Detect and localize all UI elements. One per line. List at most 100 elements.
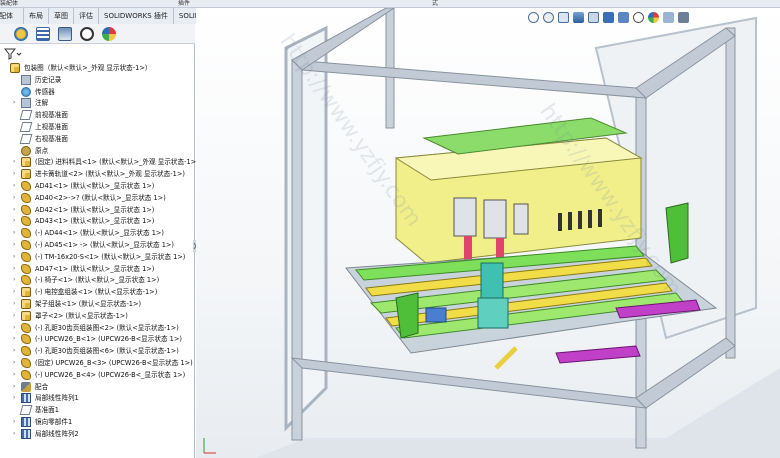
tab-solidworks-addins[interactable]: SOLIDWORKS 插件 [99, 8, 174, 24]
expand-chevron-icon[interactable]: › [13, 206, 19, 214]
expand-chevron-icon[interactable]: › [13, 265, 19, 273]
tab-evaluate[interactable]: 评估 [74, 8, 99, 24]
part-icon [21, 346, 31, 357]
dimxpert-tab-icon[interactable] [80, 27, 94, 41]
part-icon [21, 204, 31, 215]
expand-chevron-icon[interactable]: › [13, 394, 19, 402]
tree-item[interactable]: › (-) UPCW26_B<4> (UPCW26-B<_显示状态 1>) [0, 369, 195, 381]
expand-chevron-icon[interactable]: › [13, 170, 19, 178]
tree-item[interactable]: › (-) 椅子<1> (默认<默认>_显示状态 1>) [0, 274, 195, 286]
expand-chevron-icon[interactable]: › [13, 324, 19, 332]
tree-item-label: 注解 [35, 99, 49, 108]
expand-chevron-icon[interactable]: › [13, 383, 19, 391]
assembly-3d-model[interactable] [196, 8, 780, 458]
tree-item-label: 包装图（默认<默认>_外观 显示状态-1>） [24, 64, 152, 72]
expand-chevron-icon[interactable]: › [13, 347, 19, 355]
tree-item[interactable]: › (固定) 进料料具<1> (默认<默认>_外观 显示状态-1>) [0, 156, 199, 168]
tree-item-label: (-) 电控盒组装<1> (默认<显示状态-1>) [35, 288, 158, 297]
expand-chevron-icon[interactable]: › [13, 182, 19, 190]
expand-chevron-icon[interactable]: › [13, 217, 19, 225]
section-view-icon[interactable] [573, 12, 584, 23]
tree-item[interactable]: › (-) AD44<1> (默认<默认>_显示状态 1>) [0, 227, 195, 239]
topbar-label-mid[interactable]: 插件 [178, 0, 190, 8]
tree-item[interactable]: › 配合 [0, 381, 195, 393]
tree-item[interactable]: › 进卡簧轨道<2> (默认<默认>_外观 显示状态-1>) [0, 168, 195, 180]
topbar-label-left[interactable]: 装配体 [0, 0, 18, 8]
tree-item[interactable]: 原点 [0, 145, 195, 157]
tree-item[interactable]: 历史记录 [0, 74, 195, 86]
previous-view-icon[interactable] [558, 12, 569, 23]
tree-item[interactable]: › (-) 电控盒组装<1> (默认<显示状态-1>) [0, 286, 195, 298]
display-manager-tab-icon[interactable] [102, 27, 116, 41]
pattern-icon [21, 393, 31, 404]
expand-chevron-icon[interactable]: › [13, 288, 19, 296]
tree-item[interactable]: › 架子组装<1> (默认<显示状态-1>) [0, 298, 195, 310]
tree-item-label: AD41<1> (默认<默认>_显示状态 1>) [35, 182, 155, 190]
graphics-viewport[interactable]: http://www.yzfjy.com http://www.yzfjy.co… [196, 8, 780, 458]
expand-chevron-icon[interactable]: › [13, 312, 19, 320]
dynamic-annotation-icon[interactable] [588, 12, 599, 23]
tree-item[interactable]: 上视基准面 [0, 121, 195, 133]
tree-item[interactable]: › 镜向零部件1 [0, 416, 195, 428]
tree-item[interactable]: › AD43<1> (默认<默认>_显示状态 1>) [0, 215, 195, 227]
view-orientation-icon[interactable] [603, 12, 614, 23]
plane-icon [19, 122, 33, 132]
tab-layout[interactable]: 布局 [24, 8, 49, 24]
expand-chevron-icon[interactable]: › [13, 229, 19, 237]
feature-manager-tab-icon[interactable] [14, 27, 28, 41]
tree-item-label: (-) UPCW26_B<1> (UPCW26-B<显示状态 1>) [35, 335, 182, 344]
tree-item-label: AD43<1> (默认<默认>_显示状态 1>) [35, 217, 155, 226]
tree-item[interactable]: › AD47<1> (默认<默认>_显示状态 1>) [0, 263, 195, 275]
expand-chevron-icon[interactable]: › [13, 359, 19, 367]
tree-item[interactable]: › (-) AD45<1> -> (默认<默认>_显示状态 1>) [0, 239, 195, 251]
tree-item[interactable]: › 局部线性阵列1 [0, 392, 195, 404]
tree-item[interactable]: › AD41<1> (默认<默认>_显示状态 1>) [0, 180, 195, 192]
tree-item[interactable]: › (固定) UPCW26_B<3> (UPCW26-B<显示状态 1>) [0, 357, 195, 369]
expand-chevron-icon[interactable]: › [13, 158, 19, 166]
tree-item-label: 镜向零部件1 [35, 418, 73, 426]
property-manager-tab-icon[interactable] [36, 27, 50, 41]
expand-chevron-icon[interactable]: › [13, 430, 19, 438]
topbar-label-right[interactable]: 式 [432, 0, 438, 8]
display-style-icon[interactable] [618, 12, 629, 23]
expand-chevron-icon[interactable]: › [13, 300, 19, 308]
zoom-to-area-icon[interactable] [543, 12, 554, 23]
expand-chevron-icon[interactable]: › [13, 241, 19, 249]
tree-item[interactable]: 右视基准面 [0, 133, 195, 145]
tree-item[interactable]: › 局部线性阵列2 [0, 428, 195, 440]
tree-item[interactable]: › AD40<2>->? (默认<默认>_显示状态 1>) [0, 192, 195, 204]
tab-assembly[interactable]: 装配体 [0, 8, 24, 24]
expand-chevron-icon[interactable]: › [13, 371, 19, 379]
configuration-manager-tab-icon[interactable] [58, 27, 72, 41]
expand-chevron-icon[interactable]: › [13, 194, 19, 202]
tree-item[interactable]: › (-) 孔距30齿页组装图<2> (默认<显示状态-1>) [0, 322, 195, 334]
expand-chevron-icon[interactable]: › [13, 99, 19, 107]
tree-item[interactable]: › (-) UPCW26_B<1> (UPCW26-B<显示状态 1>) [0, 333, 195, 345]
tab-sketch[interactable]: 草图 [49, 8, 74, 24]
tree-item[interactable]: › 罩子<2> (默认<显示状态-1>) [0, 310, 195, 322]
tree-item-label: (固定) UPCW26_B<3> (UPCW26-B<显示状态 1>) [35, 359, 193, 367]
tree-item-label: 局部线性阵列1 [35, 394, 79, 403]
expand-chevron-icon[interactable]: › [13, 276, 19, 284]
hide-show-items-icon[interactable] [633, 12, 644, 23]
view-settings-icon[interactable] [678, 12, 689, 23]
tree-item[interactable]: 包装图（默认<默认>_外观 显示状态-1>） [0, 62, 195, 74]
tree-item[interactable]: › AD42<1> (默认<默认>_显示状态 1>) [0, 204, 195, 216]
tree-item[interactable]: 基准面1 [0, 404, 195, 416]
expand-chevron-icon[interactable]: › [13, 418, 19, 426]
tree-item[interactable]: 传感器 [0, 86, 195, 98]
tree-item[interactable]: › (-) 孔距30齿页组装图<6> (默认<显示状态-1>) [0, 345, 195, 357]
filter-icon[interactable] [4, 48, 22, 60]
expand-chevron-icon[interactable]: › [13, 335, 19, 343]
tree-item[interactable]: › 注解 [0, 97, 195, 109]
edit-appearance-icon[interactable] [648, 12, 659, 23]
history-icon [21, 74, 31, 85]
zoom-to-fit-icon[interactable] [528, 12, 539, 23]
origin-icon [21, 145, 31, 156]
apply-scene-icon[interactable] [663, 12, 674, 23]
tree-item[interactable]: › (-) TM-16x20-S<1> (默认<默认>_显示状态 1>) [0, 251, 195, 263]
tree-item[interactable]: 前视基准面 [0, 109, 195, 121]
part-icon [21, 322, 31, 333]
expand-chevron-icon[interactable]: › [13, 253, 19, 261]
tree-item-label: (-) 椅子<1> (默认<默认>_显示状态 1>) [35, 276, 160, 285]
